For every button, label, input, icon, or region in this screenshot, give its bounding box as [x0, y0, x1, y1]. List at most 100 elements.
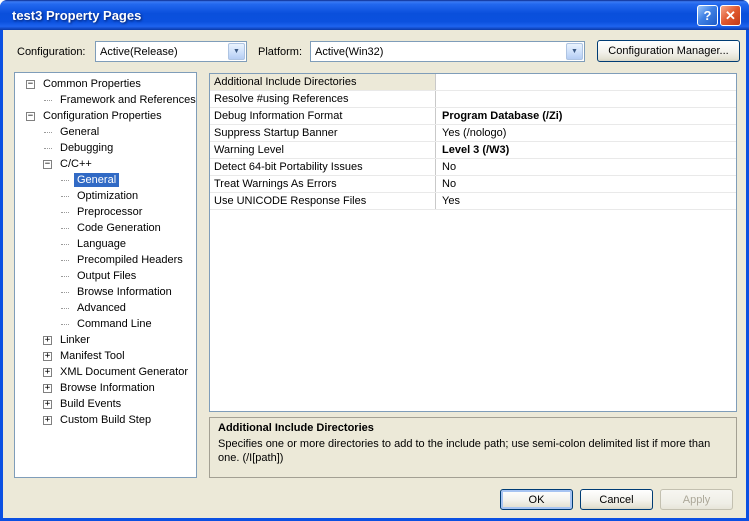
tree-item-debugging[interactable]: Debugging — [15, 140, 196, 156]
chevron-down-icon[interactable]: ▼ — [566, 43, 583, 60]
tree-indent — [25, 404, 42, 405]
configuration-select[interactable]: Active(Release) ▼ — [95, 41, 247, 62]
property-name[interactable]: Warning Level — [210, 142, 436, 158]
expander-slot: + — [42, 400, 53, 409]
close-button[interactable]: ✕ — [720, 5, 741, 26]
property-value[interactable]: Yes — [436, 193, 736, 209]
property-name[interactable]: Detect 64-bit Portability Issues — [210, 159, 436, 175]
window-title: test3 Property Pages — [0, 8, 141, 23]
tree-item-label: Language — [74, 237, 129, 251]
titlebar[interactable]: test3 Property Pages ? ✕ — [0, 0, 749, 30]
ok-button[interactable]: OK — [500, 489, 573, 510]
expander-slot — [42, 148, 53, 149]
tree-connector — [44, 100, 52, 101]
property-row-treat-warnings-as-errors[interactable]: Treat Warnings As ErrorsNo — [210, 176, 736, 193]
expander-slot — [59, 212, 70, 213]
tree-indent — [25, 292, 59, 293]
cancel-button[interactable]: Cancel — [580, 489, 653, 510]
tree-item-advanced[interactable]: Advanced — [15, 300, 196, 316]
collapse-icon[interactable]: − — [26, 80, 35, 89]
tree-item-configuration-properties[interactable]: −Configuration Properties — [15, 108, 196, 124]
description-title: Additional Include Directories — [218, 422, 728, 434]
expand-icon[interactable]: + — [43, 352, 52, 361]
tree-item-general[interactable]: General — [15, 124, 196, 140]
tree-indent — [25, 388, 42, 389]
tree-item-optimization[interactable]: Optimization — [15, 188, 196, 204]
close-icon: ✕ — [725, 8, 736, 24]
tree-indent — [25, 340, 42, 341]
tree-item-code-generation[interactable]: Code Generation — [15, 220, 196, 236]
expander-slot — [59, 260, 70, 261]
tree-item-build-events[interactable]: +Build Events — [15, 396, 196, 412]
property-value[interactable]: Level 3 (/W3) — [436, 142, 736, 158]
property-row-detect-64-bit-portability-issues[interactable]: Detect 64-bit Portability IssuesNo — [210, 159, 736, 176]
tree-item-c-c[interactable]: −C/C++ — [15, 156, 196, 172]
property-value[interactable] — [436, 74, 736, 90]
tree-item-manifest-tool[interactable]: +Manifest Tool — [15, 348, 196, 364]
tree-item-label: General — [74, 173, 119, 187]
property-value[interactable]: Yes (/nologo) — [436, 125, 736, 141]
property-name[interactable]: Debug Information Format — [210, 108, 436, 124]
tree-item-precompiled-headers[interactable]: Precompiled Headers — [15, 252, 196, 268]
property-row-warning-level[interactable]: Warning LevelLevel 3 (/W3) — [210, 142, 736, 159]
tree-item-xml-document-generator[interactable]: +XML Document Generator — [15, 364, 196, 380]
expand-icon[interactable]: + — [43, 336, 52, 345]
platform-select[interactable]: Active(Win32) ▼ — [310, 41, 585, 62]
tree-item-command-line[interactable]: Command Line — [15, 316, 196, 332]
tree-item-label: Advanced — [74, 301, 129, 315]
chevron-down-icon[interactable]: ▼ — [228, 43, 245, 60]
property-value[interactable]: No — [436, 159, 736, 175]
collapse-icon[interactable]: − — [26, 112, 35, 121]
property-row-suppress-startup-banner[interactable]: Suppress Startup BannerYes (/nologo) — [210, 125, 736, 142]
tree-item-browse-information[interactable]: Browse Information — [15, 284, 196, 300]
expander-slot: − — [25, 80, 36, 89]
property-row-debug-information-format[interactable]: Debug Information FormatProgram Database… — [210, 108, 736, 125]
tree-item-preprocessor[interactable]: Preprocessor — [15, 204, 196, 220]
expander-slot: + — [42, 368, 53, 377]
property-value[interactable] — [436, 91, 736, 107]
help-button[interactable]: ? — [697, 5, 718, 26]
apply-button[interactable]: Apply — [660, 489, 733, 510]
expand-icon[interactable]: + — [43, 416, 52, 425]
property-value[interactable]: No — [436, 176, 736, 192]
tree-item-output-files[interactable]: Output Files — [15, 268, 196, 284]
tree-indent — [25, 180, 59, 181]
property-name[interactable]: Use UNICODE Response Files — [210, 193, 436, 209]
tree-indent — [25, 356, 42, 357]
expand-icon[interactable]: + — [43, 400, 52, 409]
tree-item-label: General — [57, 125, 102, 139]
configuration-value: Active(Release) — [96, 46, 227, 58]
expander-slot — [59, 276, 70, 277]
tree-item-label: C/C++ — [57, 157, 95, 171]
tree-connector — [44, 132, 52, 133]
configuration-manager-button[interactable]: Configuration Manager... — [597, 40, 740, 62]
tree-item-language[interactable]: Language — [15, 236, 196, 252]
tree-item-general[interactable]: General — [15, 172, 196, 188]
expander-slot — [59, 180, 70, 181]
expander-slot: + — [42, 416, 53, 425]
tree-connector — [61, 180, 69, 181]
tree-item-common-properties[interactable]: −Common Properties — [15, 76, 196, 92]
property-value[interactable]: Program Database (/Zi) — [436, 108, 736, 124]
tree-item-linker[interactable]: +Linker — [15, 332, 196, 348]
property-row-resolve-using-references[interactable]: Resolve #using References — [210, 91, 736, 108]
property-name[interactable]: Additional Include Directories — [210, 74, 436, 90]
property-name[interactable]: Resolve #using References — [210, 91, 436, 107]
tree-item-framework-and-references[interactable]: Framework and References — [15, 92, 196, 108]
tree-item-label: Browse Information — [74, 285, 175, 299]
tree-item-custom-build-step[interactable]: +Custom Build Step — [15, 412, 196, 428]
tree-item-browse-information[interactable]: +Browse Information — [15, 380, 196, 396]
property-name[interactable]: Suppress Startup Banner — [210, 125, 436, 141]
expand-icon[interactable]: + — [43, 368, 52, 377]
collapse-icon[interactable]: − — [43, 160, 52, 169]
property-name[interactable]: Treat Warnings As Errors — [210, 176, 436, 192]
expand-icon[interactable]: + — [43, 384, 52, 393]
property-row-use-unicode-response-files[interactable]: Use UNICODE Response FilesYes — [210, 193, 736, 210]
tree-indent — [25, 420, 42, 421]
expander-slot: − — [42, 160, 53, 169]
tree-indent — [25, 164, 42, 165]
tree-connector — [61, 324, 69, 325]
tree-indent — [25, 212, 59, 213]
property-row-additional-include-directories[interactable]: Additional Include Directories — [210, 74, 736, 91]
tree-connector — [61, 260, 69, 261]
